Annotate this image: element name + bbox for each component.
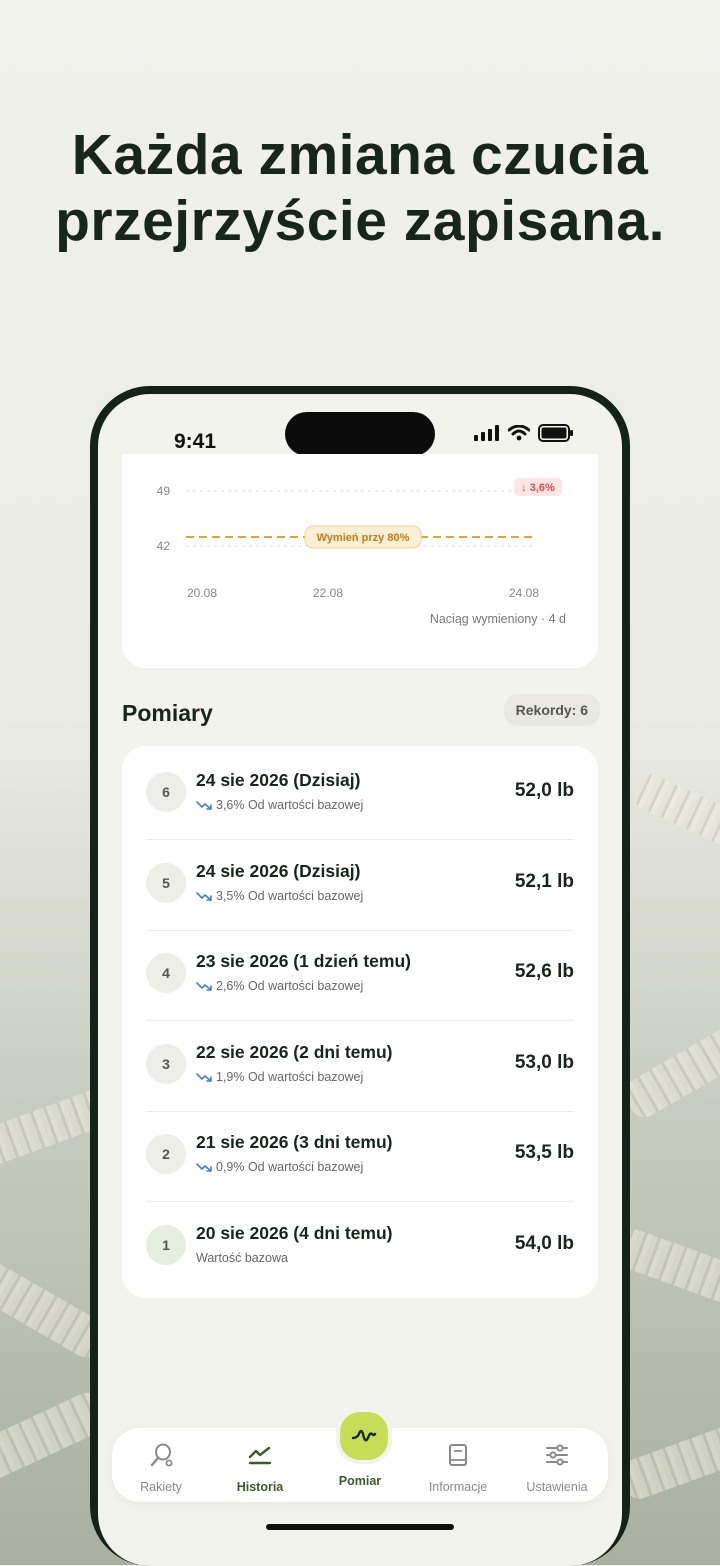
x-tick-label: 24.08 — [509, 586, 539, 600]
row-index: 1 — [146, 1225, 186, 1265]
sliders-icon — [546, 1444, 568, 1466]
measure-button[interactable] — [336, 1408, 392, 1464]
dynamic-island — [285, 412, 435, 456]
row-change: 1,9% Od wartości bazowej — [216, 1070, 364, 1084]
status-icons — [474, 424, 574, 442]
list-item[interactable]: 6 24 sie 2026 (Dzisiaj) 3,6% Od wartości… — [146, 746, 574, 836]
y-tick-label: 42 — [157, 539, 171, 553]
waveform-icon — [351, 1429, 377, 1442]
row-subtitle: 0,9% Od wartości bazowej — [196, 1160, 363, 1174]
tab-label: Rakiety — [140, 1480, 182, 1494]
list-item[interactable]: 3 22 sie 2026 (2 dni temu) 1,9% Od warto… — [146, 1018, 574, 1108]
background-string — [629, 769, 720, 867]
row-subtitle: Wartość bazowa — [196, 1251, 288, 1265]
status-time: 9:41 — [174, 430, 217, 453]
list-item[interactable]: 2 21 sie 2026 (3 dni temu) 0,9% Od warto… — [146, 1108, 574, 1198]
row-date: 22 sie 2026 (2 dni temu) — [196, 1042, 393, 1062]
row-date: 21 sie 2026 (3 dni temu) — [196, 1132, 393, 1152]
tab-label: Informacje — [428, 1480, 488, 1494]
trend-down-icon — [196, 801, 212, 810]
tab-historia[interactable]: Historia — [215, 1442, 305, 1494]
row-value: 52,6 lb — [514, 961, 574, 982]
trend-down-icon — [196, 982, 212, 991]
tab-pomiar-label[interactable]: Pomiar — [330, 1474, 390, 1488]
tab-informacje[interactable]: Informacje — [413, 1442, 503, 1494]
battery-icon — [538, 424, 573, 442]
chart-footer: Naciąg wymieniony · 4 d — [430, 612, 566, 626]
x-tick-label: 22.08 — [313, 586, 343, 600]
list-item[interactable]: 4 23 sie 2026 (1 dzień temu) 2,6% Od war… — [146, 927, 574, 1017]
wifi-icon — [508, 425, 530, 441]
racket-icon — [150, 1443, 173, 1467]
row-value: 52,0 lb — [514, 780, 574, 801]
row-index: 3 — [146, 1044, 186, 1084]
row-value: 54,0 lb — [514, 1233, 574, 1254]
threshold-label: Wymień przy 80% — [317, 532, 410, 544]
row-baseline-label: Wartość bazowa — [196, 1251, 288, 1265]
row-index: 5 — [146, 863, 186, 903]
row-change: 3,5% Od wartości bazowej — [216, 889, 364, 903]
signal-icon — [474, 425, 499, 441]
tab-label: Historia — [236, 1480, 284, 1494]
y-tick-label: 49 — [157, 484, 171, 498]
line-chart: 49 42 Wymień przy 80% ↓ 3,6% 20.08 22.08… — [157, 478, 566, 626]
background-string — [619, 1017, 720, 1123]
row-date: 24 sie 2026 (Dzisiaj) — [196, 770, 361, 790]
headline-line-2: przejrzyście zapisana. — [55, 189, 665, 253]
row-subtitle: 3,5% Od wartości bazowej — [196, 889, 363, 903]
tab-ustawienia[interactable]: Ustawienia — [512, 1442, 602, 1494]
row-change: 2,6% Od wartości bazowej — [216, 979, 364, 993]
row-subtitle: 1,9% Od wartości bazowej — [196, 1070, 363, 1084]
row-subtitle: 2,6% Od wartości bazowej — [196, 979, 363, 993]
list-item[interactable]: 5 24 sie 2026 (Dzisiaj) 3,5% Od wartości… — [146, 837, 574, 927]
history-chart-icon — [248, 1446, 272, 1465]
row-value: 52,1 lb — [514, 871, 574, 892]
trend-down-icon — [196, 1073, 212, 1082]
headline-line-1: Każda zmiana czucia — [71, 123, 649, 187]
row-subtitle: 3,6% Od wartości bazowej — [196, 798, 363, 812]
book-icon — [449, 1444, 467, 1466]
background-string — [617, 1417, 720, 1503]
row-index: 4 — [146, 953, 186, 993]
row-date: 23 sie 2026 (1 dzień temu) — [196, 951, 411, 971]
section-title: Pomiary — [122, 700, 213, 726]
row-change: 0,9% Od wartości bazowej — [216, 1160, 364, 1174]
row-index: 6 — [146, 772, 186, 812]
row-date: 24 sie 2026 (Dzisiaj) — [196, 861, 361, 881]
trend-down-icon — [196, 1163, 212, 1172]
phone-frame: 9:41 49 42 Wymień przy 80% ↓ 3,6% 20.08 … — [90, 386, 630, 1566]
row-value: 53,5 lb — [514, 1142, 574, 1163]
row-date: 20 sie 2026 (4 dni temu) — [196, 1223, 393, 1243]
list-item[interactable]: 1 20 sie 2026 (4 dni temu) Wartość bazow… — [146, 1199, 574, 1289]
change-badge-label: ↓ 3,6% — [521, 482, 555, 494]
home-indicator — [266, 1524, 454, 1530]
row-value: 53,0 lb — [514, 1052, 574, 1073]
row-change: 3,6% Od wartości bazowej — [216, 798, 364, 812]
measurements-list: 6 24 sie 2026 (Dzisiaj) 3,6% Od wartości… — [122, 746, 598, 1298]
tab-label: Ustawienia — [526, 1480, 588, 1494]
x-tick-label: 20.08 — [187, 586, 217, 600]
chart-card: 49 42 Wymień przy 80% ↓ 3,6% 20.08 22.08… — [122, 454, 598, 668]
trend-down-icon — [196, 892, 212, 901]
phone-screen: 9:41 49 42 Wymień przy 80% ↓ 3,6% 20.08 … — [98, 394, 622, 1566]
row-index: 2 — [146, 1134, 186, 1174]
headline: Każda zmiana czucia przejrzyście zapisan… — [0, 122, 720, 254]
records-badge: Rekordy: 6 — [503, 694, 600, 726]
tab-rakiety[interactable]: Rakiety — [116, 1442, 206, 1494]
